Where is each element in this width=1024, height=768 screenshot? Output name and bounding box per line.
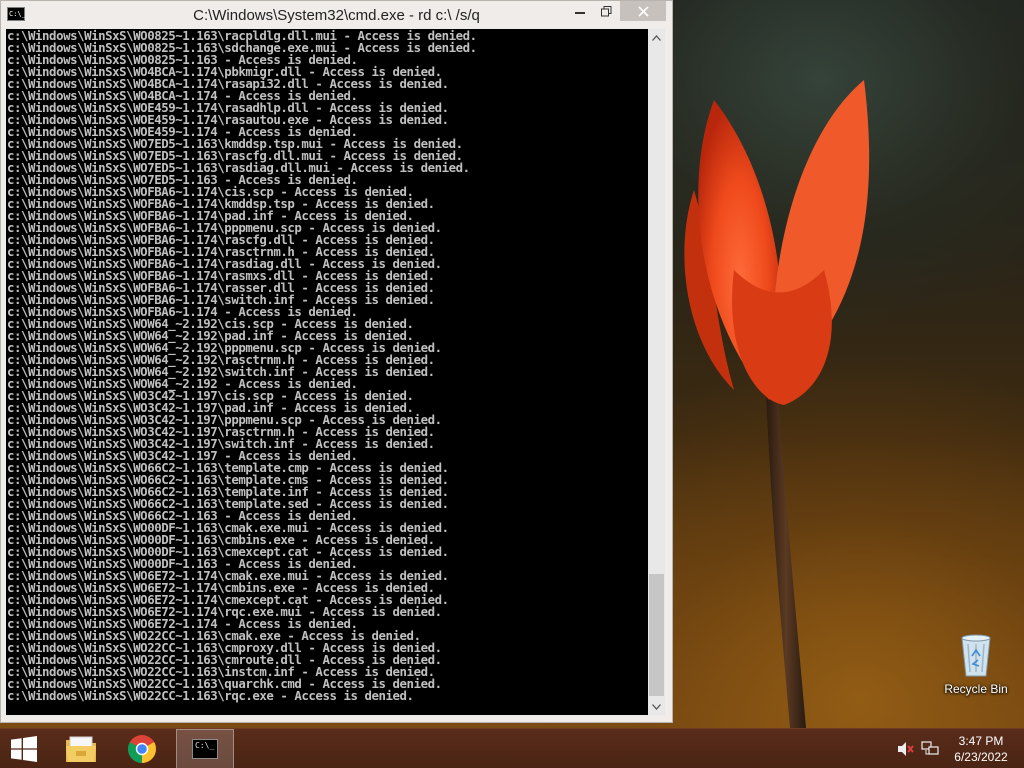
scroll-up-button[interactable] [648,29,665,46]
close-icon [637,5,649,17]
clock-time: 3:47 PM [958,734,1004,748]
console-text: c:\Windows\WinSxS\WO0825~1.163\racpldlg.… [7,29,477,703]
network-icon [921,741,939,755]
chrome-icon [128,735,156,763]
close-button[interactable] [620,1,666,21]
taskbar-clock[interactable]: 3:47 PM 6/23/2022 [946,733,1016,765]
chevron-down-icon [652,703,661,710]
start-button[interactable] [0,729,48,768]
cmd-window[interactable]: C:\_ C:\Windows\System32\cmd.exe - rd c:… [0,0,673,723]
recycle-bin-desktop-icon[interactable]: Recycle Bin [936,630,1016,702]
console-output[interactable]: c:\Windows\WinSxS\WO0825~1.163\racpldlg.… [6,29,648,715]
command-prompt-taskbar-button[interactable]: C:\_ [176,729,234,768]
console-line: c:\Windows\WinSxS\WO22CC~1.163\rqc.exe -… [7,688,414,703]
restore-icon [600,5,611,16]
restore-button[interactable] [593,1,619,21]
file-explorer-taskbar-button[interactable] [56,729,106,768]
chrome-taskbar-button[interactable] [116,729,168,768]
console-scrollbar[interactable] [648,29,665,715]
clock-date: 6/23/2022 [954,750,1008,764]
recycle-bin-icon [961,634,991,677]
command-prompt-icon: C:\_ [192,739,218,759]
network-button[interactable] [920,739,940,759]
minimize-icon [575,12,585,14]
windows-start-icon [11,736,37,762]
scroll-down-button[interactable] [648,698,665,715]
window-titlebar[interactable]: C:\_ C:\Windows\System32\cmd.exe - rd c:… [1,1,672,29]
scrollbar-thumb[interactable] [649,574,664,696]
recycle-bin-label: Recycle Bin [944,682,1008,696]
speaker-muted-icon [898,742,914,756]
volume-button[interactable] [896,739,916,759]
chevron-up-icon [652,34,661,41]
taskbar: C:\_ 3:47 PM 6/23/2022 [0,728,1024,768]
file-explorer-icon [66,736,96,762]
minimize-button[interactable] [567,1,593,21]
